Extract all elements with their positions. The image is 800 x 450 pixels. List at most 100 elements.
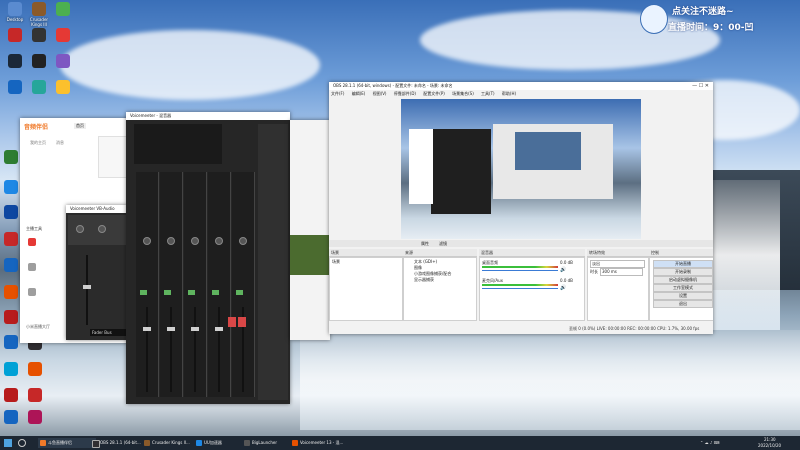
taskbar-item[interactable]: UU加速器 [194,438,248,448]
menu-profile[interactable]: 配置文件(P) [423,91,445,96]
pan-knob[interactable] [239,237,247,245]
app-icon[interactable] [28,410,42,424]
fader-handle[interactable] [191,327,199,331]
steam-icon[interactable] [8,54,22,68]
tool-label: 主播工具 [26,226,42,231]
taskbar-item[interactable]: 斗鱼直播伴侣 [38,438,96,448]
menu-tools[interactable]: 工具(T) [481,91,495,96]
left-menu-item[interactable]: 消息 [56,140,64,146]
volume-slider[interactable] [482,270,558,271]
app-icon[interactable] [4,310,18,324]
voicemeeter-icon[interactable] [28,362,42,376]
start-icon[interactable] [4,439,12,447]
app-icon[interactable] [56,2,70,16]
start-streaming-button[interactable]: 开始直播 [653,260,713,268]
mute-button[interactable] [238,317,246,327]
search-icon[interactable] [18,439,26,447]
app-icon[interactable] [4,285,18,299]
fader-track[interactable] [194,307,196,392]
app-icon[interactable] [4,410,18,424]
fader-handle[interactable] [143,327,151,331]
properties-button[interactable]: 属性 [421,240,429,247]
app-icon [196,440,202,446]
fader-track[interactable] [86,255,88,325]
sources-header: 来源 [403,249,477,257]
start-recording-button[interactable]: 开始录制 [653,268,713,276]
app-icon[interactable] [4,258,18,272]
taskbar-item[interactable]: OBS 28.1.1 (64-bit... [90,438,148,448]
app-icon[interactable] [4,150,18,164]
menu-help[interactable]: 帮助(H) [502,91,516,96]
taskbar-item[interactable]: BigLauncher [242,438,296,448]
desktop-folder-icon[interactable] [8,2,22,16]
app-icon[interactable] [32,80,46,94]
app-icon[interactable] [4,335,18,349]
left-menu-item[interactable]: 我的主页 [30,140,46,146]
bus-a-button[interactable] [212,290,219,295]
app-icon[interactable] [4,388,18,402]
clock-time[interactable]: 21:30 [764,437,776,442]
tool-icon[interactable] [28,263,36,271]
tool-icon[interactable] [28,238,36,246]
gain-knob[interactable] [76,225,84,233]
scene-item[interactable]: 场景 [332,259,340,265]
bus-dropdown[interactable]: Fader Bus [90,329,128,336]
app-icon[interactable] [8,80,22,94]
fader-handle[interactable] [215,327,223,331]
source-item[interactable]: 显示器捕获 [414,277,434,283]
app-icon[interactable] [32,28,46,42]
tab-home[interactable]: 首页 [74,123,86,129]
menu-docks[interactable]: 停靠部件(D) [394,91,416,96]
app-icon[interactable] [4,232,18,246]
master-section [258,124,288,400]
background-window [290,120,330,340]
taskbar-item[interactable]: Crusader Kings II... [142,438,200,448]
menu-edit[interactable]: 编辑(E) [352,91,366,96]
exit-button[interactable]: 退出 [653,300,713,308]
stream-overlay: 点关注不迷路~ 直播时间：9：00-凹 [640,2,798,36]
app-icon[interactable] [56,28,70,42]
app-icon[interactable] [4,205,18,219]
app-icon[interactable] [28,388,42,402]
clock-date[interactable]: 2022/10/20 [758,443,781,448]
menu-file[interactable]: 文件(F) [331,91,344,96]
pan-knob[interactable] [191,237,199,245]
filters-button[interactable]: 滤镜 [439,240,447,247]
app-icon[interactable] [8,28,22,42]
game-icon[interactable] [32,2,46,16]
bus-a-button[interactable] [188,290,195,295]
app-icon[interactable] [4,180,18,194]
bus-a-button[interactable] [164,290,171,295]
transition-select[interactable]: 淡出 [590,260,645,268]
controls-header: 控制 [649,249,713,257]
pan-knob[interactable] [215,237,223,245]
bus-a-button[interactable] [140,290,147,295]
gain-knob[interactable] [98,225,106,233]
obs-preview[interactable] [401,99,641,239]
menu-view[interactable]: 视图(V) [373,91,387,96]
app-icon[interactable] [32,54,46,68]
virtual-camera-button[interactable]: 启动虚拟摄像机 [653,276,713,284]
mute-button[interactable] [228,317,236,327]
speaker-icon[interactable]: 🔊 [560,267,566,273]
fader-handle[interactable] [83,285,91,289]
studio-mode-button[interactable]: 工作室模式 [653,284,713,292]
speaker-icon[interactable]: 🔊 [560,285,566,291]
settings-button[interactable]: 设置 [653,292,713,300]
tray-icons[interactable]: ⌃ ☁ ♪ ⌨ [700,440,750,446]
volume-slider[interactable] [482,288,558,289]
fader-handle[interactable] [167,327,175,331]
app-icon[interactable] [56,80,70,94]
bilibili-icon[interactable] [4,362,18,376]
taskbar-item[interactable]: Voicemeeter 13 - 混... [290,438,348,448]
fader-track[interactable] [146,307,148,392]
fader-track[interactable] [218,307,220,392]
pan-knob[interactable] [143,237,151,245]
fader-track[interactable] [170,307,172,392]
duration-input[interactable]: 300 ms [600,268,643,276]
bus-a-button[interactable] [236,290,243,295]
menu-scene-collection[interactable]: 场景集合(S) [452,91,474,96]
app-icon[interactable] [56,54,70,68]
pan-knob[interactable] [167,237,175,245]
tool-icon[interactable] [28,288,36,296]
